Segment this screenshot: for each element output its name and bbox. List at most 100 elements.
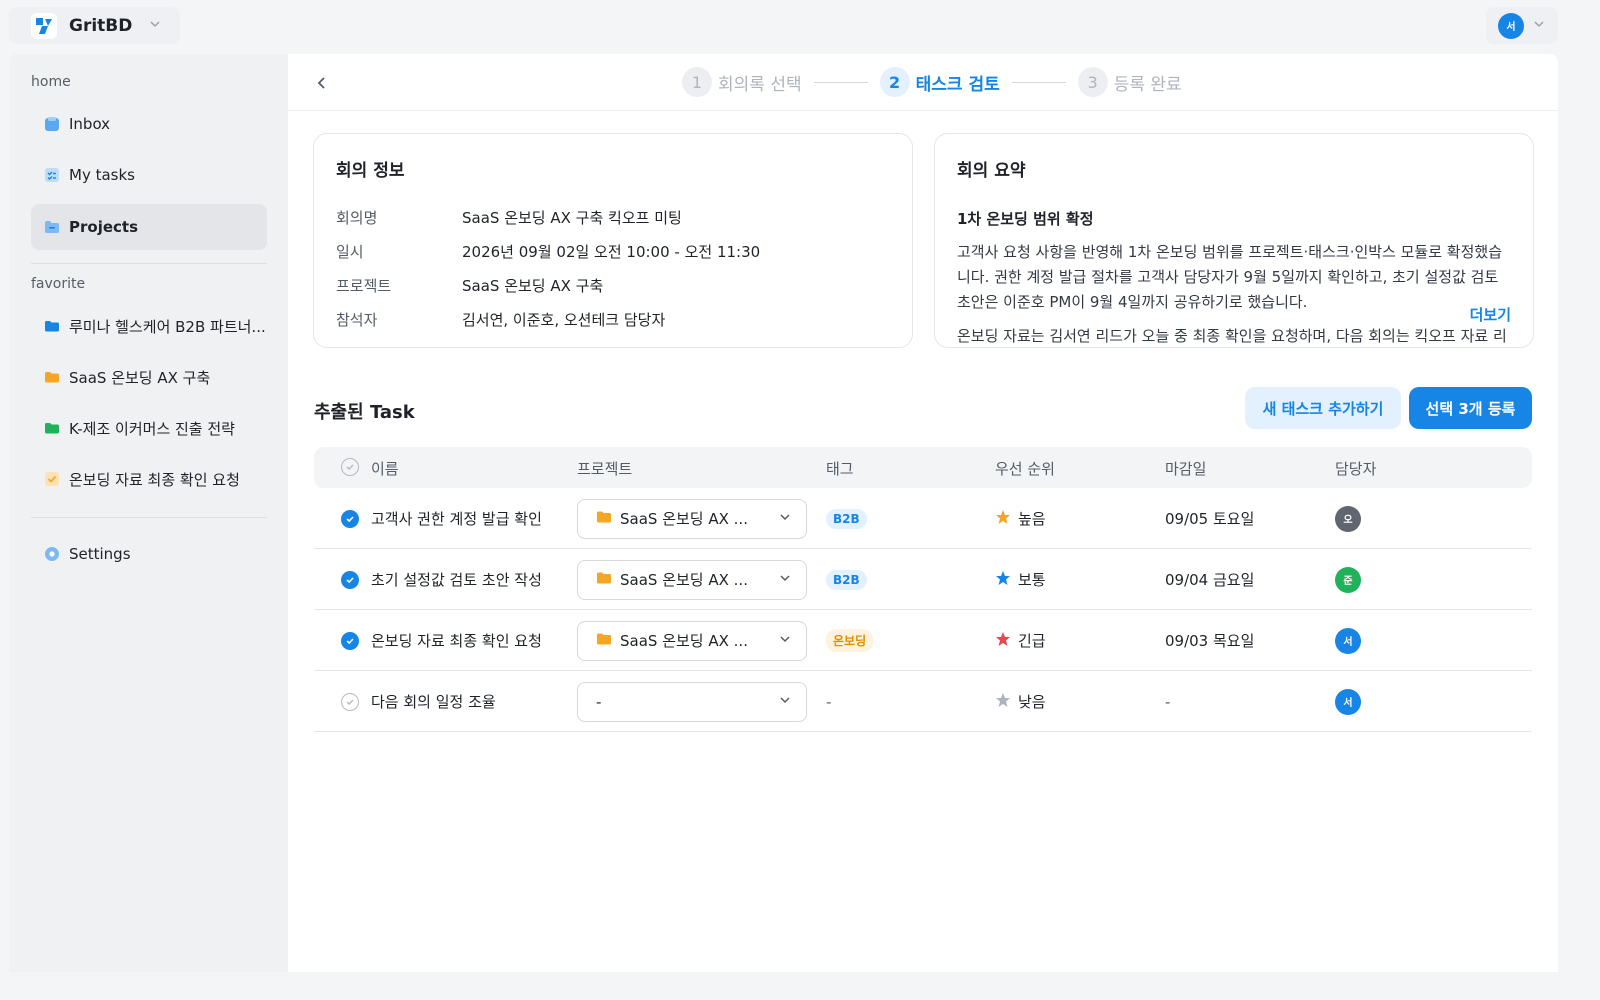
user-menu-button[interactable]: 서 — [1486, 7, 1558, 44]
priority-label: 보통 — [1018, 571, 1046, 589]
check-icon — [43, 470, 61, 488]
chevron-down-icon — [778, 571, 792, 589]
meeting-info-card: 회의 정보 회의명 SaaS 온보딩 AX 구축 킥오프 미팅 일시 2026년… — [313, 133, 913, 348]
summary-subtitle: 1차 온보딩 범위 확정 — [957, 210, 1094, 228]
step-label: 회의록 선택 — [718, 74, 802, 95]
summary-text: 고객사 요청 사항을 반영해 1차 온보딩 범위를 프로젝트·태스크·인박스 모… — [957, 243, 1502, 311]
step-complete: 3 등록 완료 — [1077, 67, 1182, 97]
star-icon — [995, 570, 1011, 590]
priority-cell[interactable]: 보통 — [995, 549, 1046, 610]
row-checkbox[interactable] — [341, 549, 359, 610]
card-title: 회의 요약 — [957, 161, 1026, 181]
task-name: 고객사 권한 계정 발급 확인 — [371, 510, 542, 528]
avatar: 서 — [1498, 12, 1524, 39]
info-row: 프로젝트 SaaS 온보딩 AX 구축 — [336, 275, 603, 296]
info-value: SaaS 온보딩 AX 구축 — [462, 277, 604, 295]
assignee-cell[interactable]: 준 — [1335, 549, 1361, 610]
tag-cell: 온보딩 — [826, 610, 874, 671]
row-checkbox[interactable] — [341, 610, 359, 671]
select-all-checkbox[interactable] — [341, 458, 359, 476]
project-select-value: SaaS 온보딩 AX ... — [620, 571, 748, 589]
project-select-cell: SaaS 온보딩 AX ... — [577, 610, 807, 671]
folder-icon — [596, 510, 612, 528]
tag-cell: B2B — [826, 488, 867, 549]
more-link[interactable]: 더보기 — [1470, 304, 1511, 325]
header-name: 이름 — [371, 460, 399, 478]
info-value: 2026년 09월 02일 오전 10:00 - 오전 11:30 — [462, 243, 761, 261]
star-icon — [995, 631, 1011, 651]
sidebar-favorite-item[interactable]: SaaS 온보딩 AX 구축 — [31, 354, 267, 400]
priority-label: 긴급 — [1018, 632, 1046, 650]
gear-icon — [43, 545, 61, 563]
sidebar-favorite-item[interactable]: 온보딩 자료 최종 확인 요청 — [31, 456, 267, 502]
workspace-name: GritBD — [69, 15, 133, 36]
priority-cell[interactable]: 낮음 — [995, 671, 1046, 732]
info-value: 김서연, 이준호, 오션테크 담당자 — [462, 311, 666, 329]
sidebar-item-settings[interactable]: Settings — [31, 531, 267, 577]
home-section-label: home — [31, 74, 71, 90]
check-circle-icon — [341, 692, 359, 711]
add-task-button[interactable]: 새 태스크 추가하기 — [1245, 387, 1401, 429]
sidebar-divider — [31, 517, 267, 518]
project-select[interactable]: - — [577, 681, 807, 722]
check-circle-icon — [341, 570, 359, 589]
summary-text-overflow: 온보딩 자료는 김서연 리드가 오늘 중 최종 확인을 요청하며, 다음 회의는… — [957, 327, 1507, 345]
table-row: 고객사 권한 계정 발급 확인 SaaS 온보딩 AX ... B2B 높음 0… — [314, 488, 1532, 549]
project-select-value: SaaS 온보딩 AX ... — [620, 632, 748, 650]
assignee-cell[interactable]: 서 — [1335, 671, 1361, 732]
checklist-icon — [43, 166, 61, 184]
assignee-cell[interactable]: 오 — [1335, 488, 1361, 549]
due-date: 09/03 목요일 — [1165, 632, 1255, 650]
sidebar-item-inbox[interactable]: Inbox — [31, 101, 267, 147]
favorite-section-label: favorite — [31, 276, 86, 292]
info-key: 회의명 — [336, 209, 378, 227]
header-project: 프로젝트 — [577, 460, 633, 478]
inbox-icon — [43, 115, 61, 133]
sidebar-item-label: My tasks — [69, 166, 135, 184]
sidebar-item-projects[interactable]: Projects — [31, 204, 267, 250]
task-name: 온보딩 자료 최종 확인 요청 — [371, 632, 542, 650]
project-select[interactable]: SaaS 온보딩 AX ... — [577, 620, 807, 661]
project-select-value: - — [596, 692, 602, 711]
check-circle-icon — [341, 458, 359, 476]
info-key: 프로젝트 — [336, 277, 392, 295]
tag-badge: 온보딩 — [826, 629, 874, 652]
step-number: 3 — [1077, 67, 1108, 97]
project-select-cell: SaaS 온보딩 AX ... — [577, 488, 807, 549]
due-date: - — [1165, 692, 1171, 711]
sidebar-divider — [31, 263, 267, 264]
sidebar-favorite-item[interactable]: K-제조 이커머스 진출 전략 — [31, 405, 267, 451]
due-date: 09/04 금요일 — [1165, 571, 1255, 589]
workspace-switcher[interactable]: GritBD — [9, 7, 180, 44]
step-label: 등록 완료 — [1113, 74, 1182, 95]
priority-cell[interactable]: 긴급 — [995, 610, 1046, 671]
header-priority: 우선 순위 — [995, 460, 1055, 478]
project-select[interactable]: SaaS 온보딩 AX ... — [577, 559, 807, 600]
folder-icon — [43, 317, 61, 335]
sidebar-item-label: Inbox — [69, 115, 111, 133]
priority-cell[interactable]: 높음 — [995, 488, 1046, 549]
row-checkbox[interactable] — [341, 671, 359, 732]
folder-icon — [596, 571, 612, 589]
project-select[interactable]: SaaS 온보딩 AX ... — [577, 498, 807, 539]
back-button[interactable] — [312, 72, 332, 94]
stepper: 1 회의록 선택 2 태스크 검토 3 등록 완료 — [682, 67, 1182, 97]
tag-cell: - — [826, 692, 832, 711]
sidebar-item-label: 온보딩 자료 최종 확인 요청 — [69, 470, 240, 489]
meeting-summary-card: 회의 요약 1차 온보딩 범위 확정 고객사 요청 사항을 반영해 1차 온보딩… — [934, 133, 1534, 348]
sidebar-item-label: SaaS 온보딩 AX 구축 — [69, 368, 211, 387]
sidebar-favorite-item[interactable]: 루미나 헬스케어 B2B 파트너... — [31, 303, 267, 349]
register-selected-button[interactable]: 선택 3개 등록 — [1409, 387, 1532, 429]
star-icon — [995, 692, 1011, 712]
row-checkbox[interactable] — [341, 488, 359, 549]
priority-label: 낮음 — [1018, 693, 1046, 711]
header-due: 마감일 — [1165, 460, 1207, 478]
workspace-logo-icon — [31, 12, 57, 39]
assignee-cell[interactable]: 서 — [1335, 610, 1361, 671]
info-row: 참석자 김서연, 이준호, 오션테크 담당자 — [336, 309, 665, 330]
check-circle-icon — [341, 631, 359, 650]
chevron-down-icon — [778, 510, 792, 528]
folder-icon — [596, 632, 612, 650]
project-select-value: SaaS 온보딩 AX ... — [620, 510, 748, 528]
sidebar-item-my-tasks[interactable]: My tasks — [31, 152, 267, 198]
